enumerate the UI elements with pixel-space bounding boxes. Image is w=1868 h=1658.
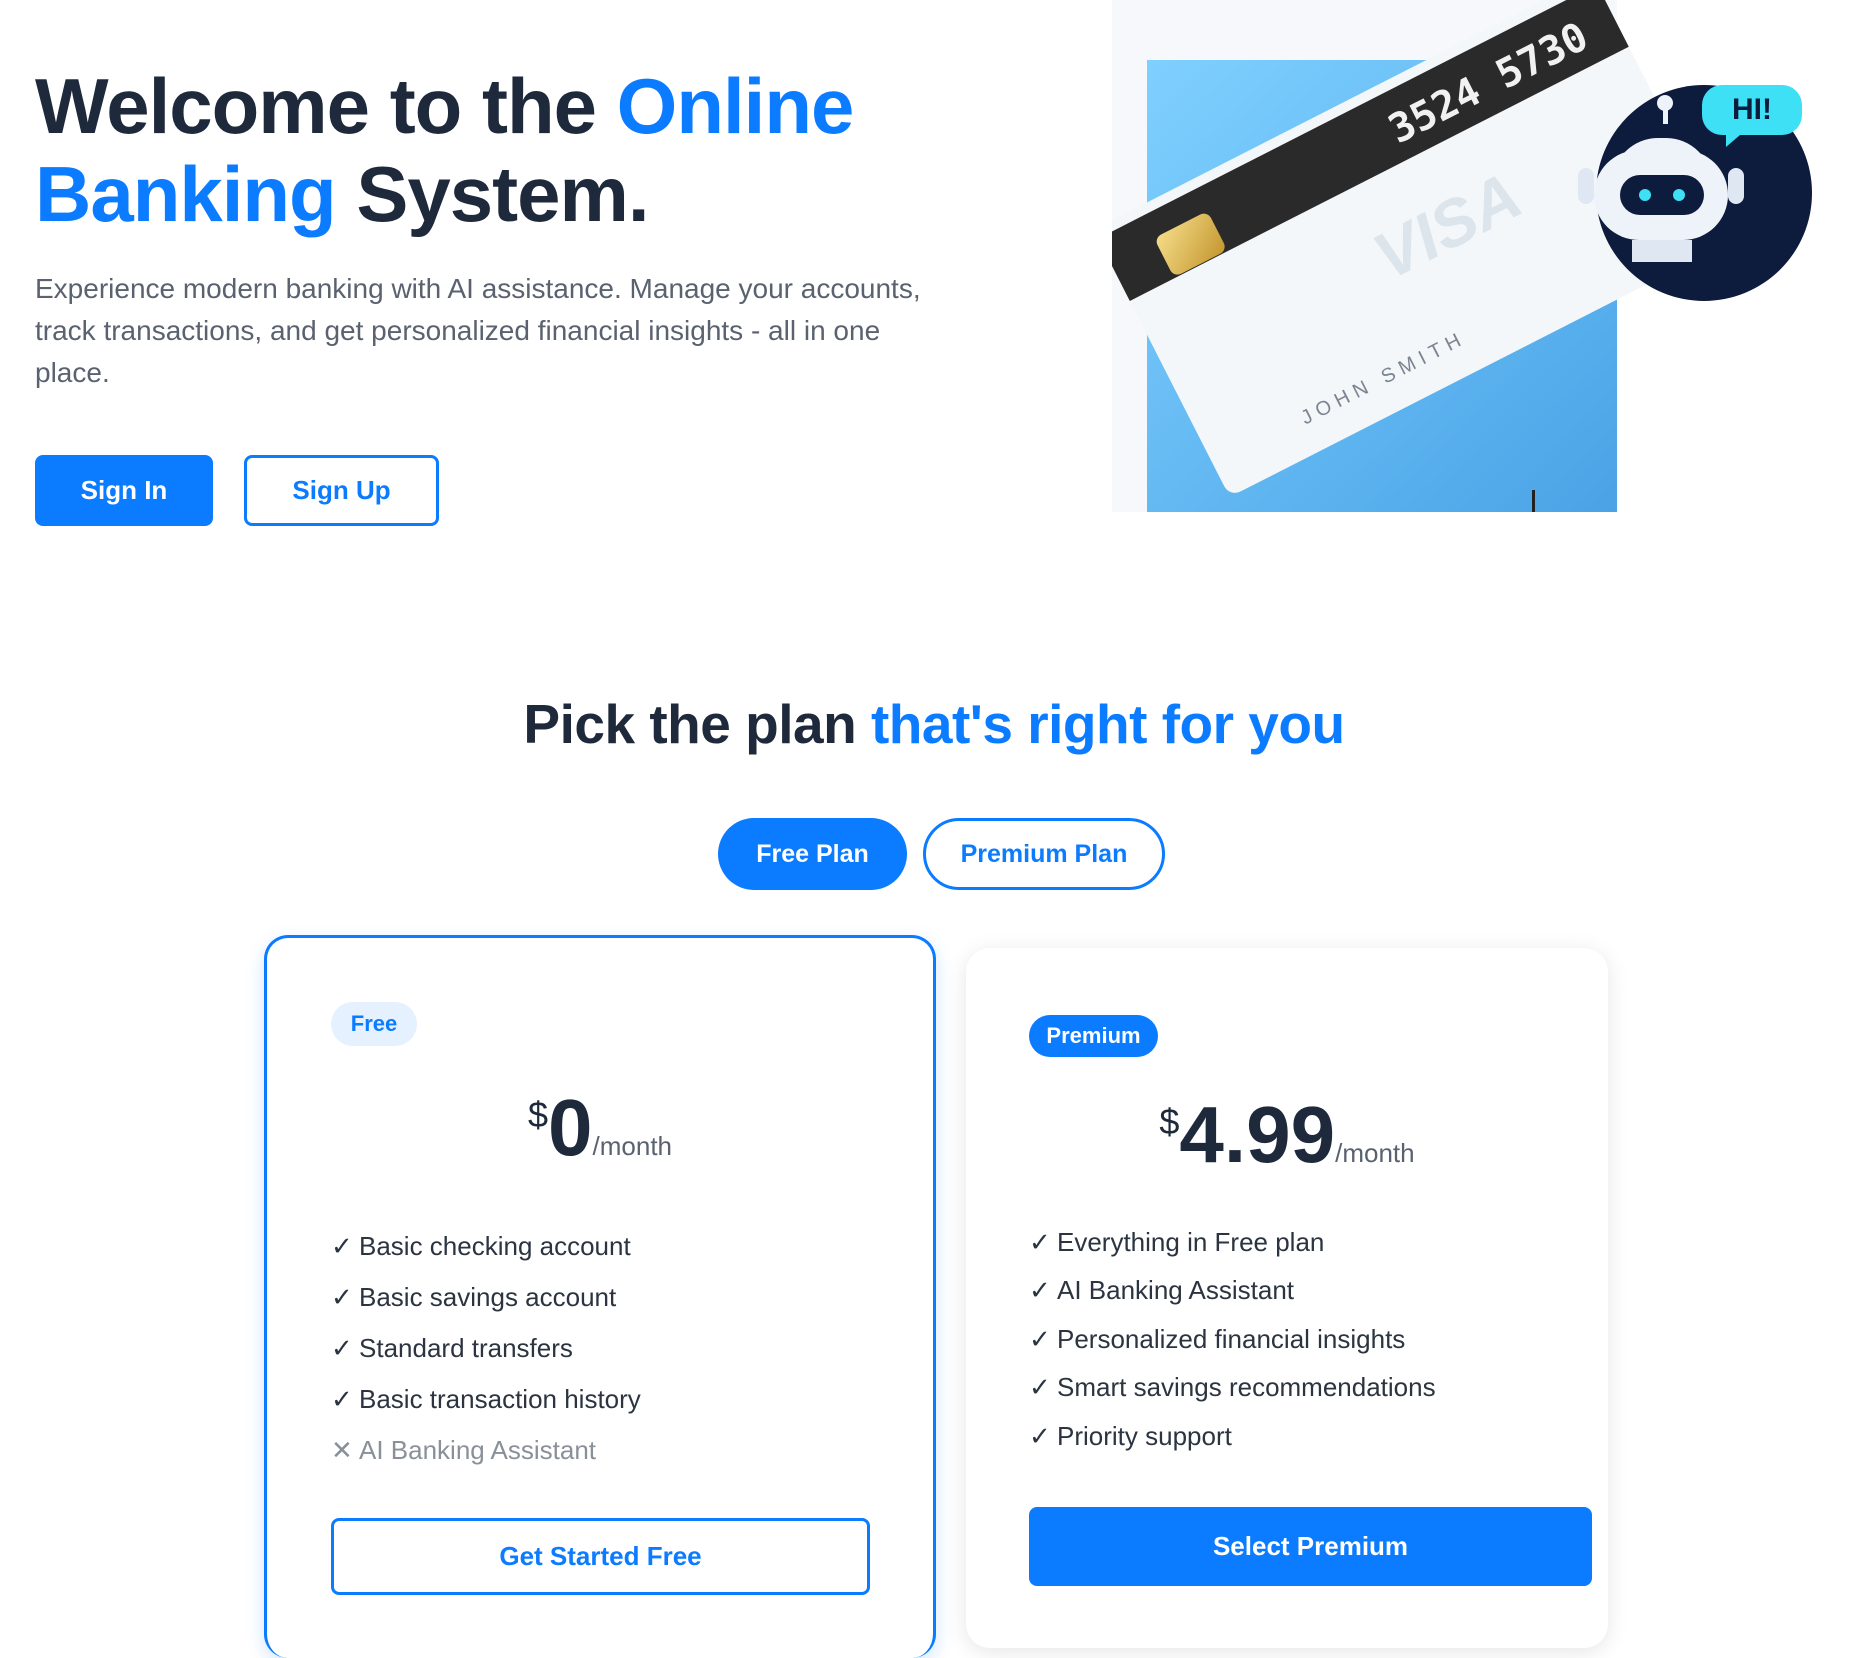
check-icon: ✓ [331,1384,353,1414]
free-features-list: ✓ Basic checking account ✓ Basic savings a… [331,1221,641,1476]
hero-title-accent-online: Online [616,62,855,150]
hero-title: Welcome to the Online Banking System. [35,62,935,238]
hero-subtitle: Experience modern banking with AI assist… [35,273,921,388]
premium-price-amount: 4.99 [1179,1090,1336,1179]
feature-item: ✓ Smart savings recommendations [1029,1364,1436,1413]
feature-text: Basic checking account [359,1231,631,1261]
check-icon: ✓ [331,1333,353,1363]
feature-text: Standard transfers [359,1333,573,1363]
plans-title-accent: that's right for you [870,693,1345,755]
feature-text: AI Banking Assistant [1057,1275,1295,1306]
select-premium-button[interactable]: Select Premium [1029,1507,1592,1586]
tab-premium-plan[interactable]: Premium Plan [923,818,1165,890]
free-price-amount: 0 [548,1083,593,1172]
premium-features-list: ✓ Everything in Free plan ✓ AI Banking Ass… [1029,1218,1436,1461]
check-icon: ✓ [1029,1275,1051,1306]
plans-title: Pick the plan that's right for you [0,692,1868,756]
feature-item-unavailable: ✕ AI Banking Assistant [331,1425,641,1476]
feature-text: Smart savings recommendations [1057,1372,1436,1403]
free-price-period: /month [592,1131,673,1161]
check-icon: ✓ [1029,1226,1051,1257]
premium-badge: Premium [1029,1015,1158,1057]
feature-item: ✓ Standard transfers [331,1323,641,1374]
check-icon: ✓ [331,1282,353,1312]
feature-text: AI Banking Assistant [359,1435,597,1465]
hero-title-text-end: System. [335,150,649,238]
feature-text: Everything in Free plan [1057,1226,1325,1257]
feature-text: Basic savings account [359,1282,617,1312]
free-plan-card: Free $0/month ✓ Basic checking account ✓ B… [264,935,936,1658]
plans-title-text: Pick the plan [523,693,871,755]
free-badge: Free [331,1002,417,1046]
free-price-currency: $ [527,1094,549,1135]
check-icon: ✓ [1029,1420,1051,1451]
hero-illustration: 3524 5730 VISA JOHN SMITH HI! [1112,0,1812,512]
cross-icon: ✕ [331,1435,353,1465]
feature-item: ✓ Everything in Free plan [1029,1218,1436,1267]
feature-item: ✓ Priority support [1029,1412,1436,1461]
feature-item: ✓ Basic transaction history [331,1374,641,1425]
premium-price: $4.99/month [966,1095,1608,1175]
sign-in-button[interactable]: Sign In [35,455,213,526]
feature-item: ✓ Basic savings account [331,1272,641,1323]
feature-text: Personalized financial insights [1057,1323,1406,1354]
premium-price-currency: $ [1159,1101,1180,1142]
premium-plan-card: Premium $4.99/month ✓ Everything in Free … [966,948,1608,1648]
feature-text: Priority support [1057,1420,1232,1451]
premium-price-period: /month [1335,1138,1415,1168]
feature-text: Basic transaction history [359,1384,641,1414]
check-icon: ✓ [331,1231,353,1261]
feature-item: ✓ Personalized financial insights [1029,1315,1436,1364]
check-icon: ✓ [1029,1323,1051,1354]
feature-item: ✓ Basic checking account [331,1221,641,1272]
free-price: $0/month [267,1088,933,1168]
check-icon: ✓ [1029,1372,1051,1403]
tab-free-plan[interactable]: Free Plan [718,818,907,890]
sign-up-button[interactable]: Sign Up [244,455,439,526]
get-started-free-button[interactable]: Get Started Free [331,1518,870,1595]
bot-greeting: HI! [1732,93,1772,126]
feature-item: ✓ AI Banking Assistant [1029,1267,1436,1316]
hero-title-text: Welcome to the [35,62,617,150]
hero-title-accent-banking: Banking [35,150,337,238]
